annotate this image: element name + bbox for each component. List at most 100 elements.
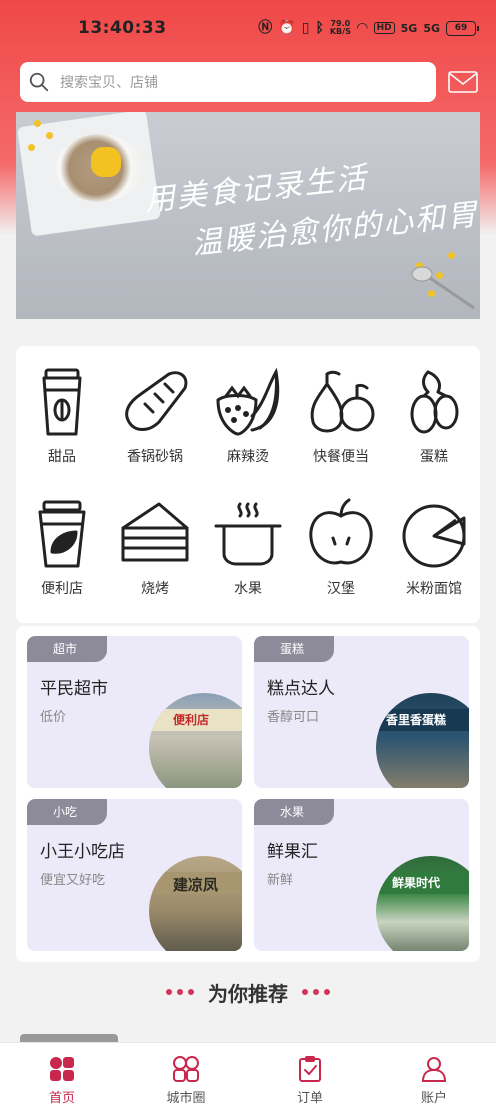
category-label: 便利店 (41, 581, 83, 597)
mail-icon[interactable] (448, 71, 478, 93)
tab-city-circle[interactable]: 城市圈 (124, 1043, 248, 1112)
cake-slice-icon (121, 502, 189, 562)
store-photo: 香里香蛋糕 (376, 693, 469, 788)
store-tag: 蛋糕 (254, 636, 334, 662)
search-placeholder: 搜索宝贝、店铺 (60, 75, 158, 91)
category-label: 甜品 (48, 449, 76, 465)
category-grid: 甜品 香锅砂锅 麻辣烫 快餐便当 蛋糕 便利店 烧烤 水果 汉堡 米粉面馆 (16, 346, 480, 623)
signal-5g-2: 5G (423, 21, 440, 35)
category-convenience[interactable]: 便利店 (16, 498, 108, 608)
vibrate-icon: ▯ (301, 20, 310, 36)
store-name: 小王小吃店 (40, 842, 125, 862)
store-sign-text: 香里香蛋糕 (386, 713, 447, 727)
store-card[interactable]: 蛋糕 糕点达人 香醇可口 香里香蛋糕 (254, 636, 469, 788)
corn-kernel (46, 132, 53, 139)
recommend-heading: 为你推荐 (0, 974, 496, 1010)
search-input[interactable]: 搜索宝贝、店铺 (20, 62, 436, 102)
category-label: 蛋糕 (420, 449, 448, 465)
store-card[interactable]: 小吃 小王小吃店 便宜又好吃 建凉凤 (27, 799, 242, 951)
home-grid-icon (50, 1057, 74, 1081)
alarm-icon: ⏰ (278, 20, 296, 36)
category-label: 汉堡 (327, 581, 355, 597)
bottom-tabbar: 首页 城市圈 订单 账户 (0, 1042, 496, 1112)
dots-left-icon (166, 989, 194, 995)
store-tag: 水果 (254, 799, 334, 825)
recommend-title: 为你推荐 (208, 981, 288, 1006)
category-label: 快餐便当 (313, 449, 369, 465)
category-noodles[interactable]: 米粉面馆 (388, 498, 480, 608)
battery-icon: 69 (446, 20, 479, 36)
pot-icon (214, 502, 282, 566)
category-label: 水果 (234, 581, 262, 597)
store-name: 糕点达人 (267, 679, 335, 699)
category-label: 麻辣烫 (227, 449, 269, 465)
category-fruit[interactable]: 水果 (202, 498, 294, 608)
category-cake[interactable]: 蛋糕 (388, 366, 480, 476)
store-desc: 香醇可口 (267, 710, 320, 725)
category-label: 香锅砂锅 (127, 449, 183, 465)
tab-label: 城市圈 (166, 1091, 206, 1106)
strawberry-banana-icon (216, 367, 280, 436)
dots-right-icon (302, 989, 330, 995)
account-icon (421, 1057, 447, 1082)
corn-kernel (28, 144, 35, 151)
category-hotpot[interactable]: 香锅砂锅 (109, 366, 201, 476)
leaf-cup-icon (38, 500, 86, 568)
search-icon (29, 72, 49, 92)
tab-label: 首页 (48, 1091, 75, 1106)
battery-level: 69 (454, 23, 468, 33)
pear-apple-icon (310, 370, 375, 433)
coffee-cup-icon (42, 368, 82, 436)
store-name: 鲜果汇 (267, 842, 318, 862)
search-row: 搜索宝贝、店铺 (20, 62, 478, 102)
status-time: 13:40:33 (78, 18, 167, 38)
bread-icon (125, 371, 188, 431)
corn-image (91, 147, 121, 177)
apple-icon (309, 498, 373, 565)
tab-orders[interactable]: 订单 (248, 1043, 372, 1112)
pie-icon (402, 504, 466, 568)
category-fastfood[interactable]: 快餐便当 (295, 366, 387, 476)
hd-badge: HD (373, 22, 395, 34)
store-photo: 便利店 (149, 693, 242, 788)
store-cards: 超市 平民超市 低价 便利店 蛋糕 糕点达人 香醇可口 香里香蛋糕 小吃 小王小… (16, 626, 480, 962)
store-desc: 低价 (40, 710, 67, 725)
store-sign-text: 建凉凤 (173, 876, 219, 894)
category-dessert[interactable]: 甜品 (16, 366, 108, 476)
net-speed: 79.0 KB/S (330, 20, 351, 36)
category-label: 烧烤 (141, 581, 169, 597)
city-circle-icon (173, 1056, 199, 1082)
bluetooth-icon: ᛒ (315, 20, 324, 36)
tab-label: 账户 (420, 1091, 447, 1106)
corn-kernel (448, 252, 455, 259)
store-desc: 便宜又好吃 (40, 873, 106, 888)
corn-kernel (34, 120, 41, 127)
tab-account[interactable]: 账户 (372, 1043, 496, 1112)
nfc-icon: Ⓝ (258, 20, 273, 36)
store-card[interactable]: 水果 鲜果汇 新鲜 鲜果时代 (254, 799, 469, 951)
order-clipboard-icon (299, 1056, 321, 1082)
store-photo: 建凉凤 (149, 856, 242, 951)
status-icons: Ⓝ ⏰ ▯ ᛒ 79.0 KB/S ◠ HD 5G 5G 69 (258, 20, 479, 36)
tab-home[interactable]: 首页 (0, 1043, 124, 1112)
olives-icon (410, 370, 459, 434)
store-tag: 小吃 (27, 799, 107, 825)
promo-banner[interactable]: 用美食记录生活 温暖治愈你的心和胃 (16, 112, 480, 319)
store-name: 平民超市 (40, 679, 108, 699)
category-label: 米粉面馆 (406, 581, 462, 597)
store-photo: 鲜果时代 (376, 856, 469, 951)
spoon-image (411, 266, 475, 310)
store-tag: 超市 (27, 636, 107, 662)
store-sign-text: 鲜果时代 (392, 876, 441, 890)
status-bar: 13:40:33 Ⓝ ⏰ ▯ ᛒ 79.0 KB/S ◠ HD 5G 5G 69 (0, 0, 496, 56)
store-card[interactable]: 超市 平民超市 低价 便利店 (27, 636, 242, 788)
category-bbq[interactable]: 烧烤 (109, 498, 201, 608)
category-malatang[interactable]: 麻辣烫 (202, 366, 294, 476)
signal-5g-1: 5G (400, 21, 418, 35)
net-speed-unit: KB/S (329, 27, 351, 36)
store-sign-text: 便利店 (173, 713, 210, 727)
category-burger[interactable]: 汉堡 (295, 498, 387, 608)
wifi-icon: ◠ (356, 20, 368, 36)
tab-label: 订单 (296, 1091, 323, 1106)
store-desc: 新鲜 (267, 873, 294, 888)
